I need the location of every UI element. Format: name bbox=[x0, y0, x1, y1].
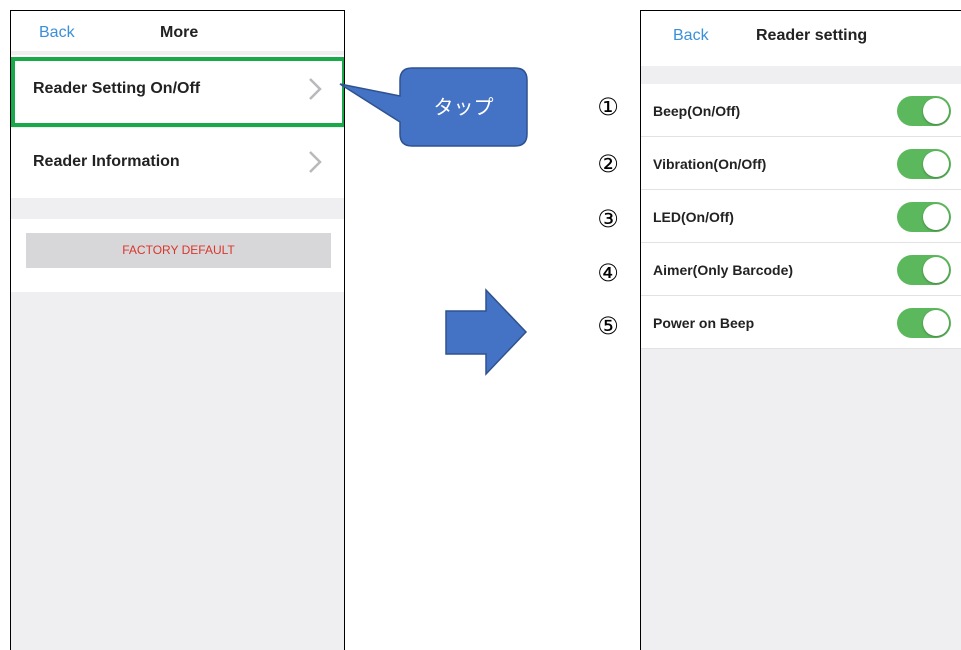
toggle-row-led: LED(On/Off) bbox=[641, 190, 961, 243]
led-toggle-switch[interactable] bbox=[897, 202, 951, 232]
toggle-label: Beep(On/Off) bbox=[653, 103, 741, 119]
switch-knob bbox=[923, 310, 949, 336]
chevron-right-icon bbox=[309, 151, 322, 173]
arrow-right-icon bbox=[445, 288, 528, 376]
toggle-row-beep: Beep(On/Off) bbox=[641, 84, 961, 137]
toggle-label: Power on Beep bbox=[653, 315, 755, 331]
step-number-1: ① bbox=[597, 93, 619, 121]
switch-knob bbox=[923, 204, 949, 230]
page-title: More bbox=[160, 24, 199, 41]
step-number-3: ③ bbox=[597, 205, 619, 233]
reader-setting-screen: Back Reader setting Beep(On/Off) Vibrati… bbox=[640, 10, 961, 650]
menu-item-reader-information[interactable]: Reader Information bbox=[11, 128, 344, 198]
toggle-label: Vibration(On/Off) bbox=[653, 156, 767, 172]
switch-knob bbox=[923, 257, 949, 283]
factory-default-button[interactable]: FACTORY DEFAULT bbox=[26, 233, 331, 268]
switch-knob bbox=[923, 151, 949, 177]
toggle-row-aimer: Aimer(Only Barcode) bbox=[641, 243, 961, 296]
factory-section: FACTORY DEFAULT bbox=[11, 219, 344, 292]
more-screen: Back More Reader Setting On/Off Reader I… bbox=[10, 10, 345, 650]
vibration-toggle-switch[interactable] bbox=[897, 149, 951, 179]
back-button[interactable]: Back bbox=[39, 24, 75, 42]
toggle-label: Aimer(Only Barcode) bbox=[653, 262, 794, 278]
step-number-4: ④ bbox=[597, 259, 619, 287]
switch-knob bbox=[923, 98, 949, 124]
nav-bar: Back Reader setting bbox=[641, 11, 961, 66]
highlight-frame bbox=[11, 57, 344, 127]
toggle-row-vibration: Vibration(On/Off) bbox=[641, 137, 961, 190]
power-on-beep-toggle-switch[interactable] bbox=[897, 308, 951, 338]
page-title: Reader setting bbox=[756, 27, 868, 44]
toggle-row-power-on-beep: Power on Beep bbox=[641, 296, 961, 349]
tutorial-canvas: Back More Reader Setting On/Off Reader I… bbox=[0, 0, 961, 650]
toggle-list: Beep(On/Off) Vibration(On/Off) LED(On/Of… bbox=[641, 84, 961, 349]
step-number-2: ② bbox=[597, 150, 619, 178]
nav-bar: Back More bbox=[11, 11, 344, 51]
back-button[interactable]: Back bbox=[673, 27, 709, 45]
step-number-5: ⑤ bbox=[597, 312, 619, 340]
tap-callout-text: タップ bbox=[433, 95, 494, 119]
menu-item-label: Reader Information bbox=[33, 153, 180, 170]
toggle-label: LED(On/Off) bbox=[653, 209, 734, 225]
beep-toggle-switch[interactable] bbox=[897, 96, 951, 126]
aimer-toggle-switch[interactable] bbox=[897, 255, 951, 285]
